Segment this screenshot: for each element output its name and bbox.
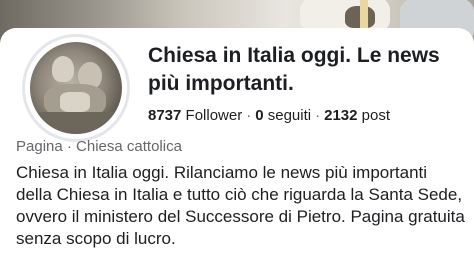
posts-link[interactable]: 2132 post [324,107,390,124]
stats-separator: · [315,107,321,124]
posts-label: post [361,107,391,124]
profile-avatar[interactable] [22,34,130,142]
followers-label: Follower [185,107,243,124]
posts-count: 2132 [324,107,358,124]
stats-separator: · [246,107,252,124]
followers-link[interactable]: 8737 Follower [148,107,242,124]
page-description: Chiesa in Italia oggi. Rilanciamo le new… [16,163,465,248]
avatar-statue-detail [60,92,90,112]
page-category: Pagina · Chiesa cattolica [16,138,182,155]
page-stats: 8737 Follower · 0 seguiti · 2132 post [148,107,390,124]
followers-count: 8737 [148,107,182,124]
following-count: 0 [255,107,264,124]
cover-figure [360,0,368,30]
avatar-statue-base [38,112,116,134]
following-label: seguiti [267,107,312,124]
profile-card: Chiesa in Italia oggi. Le news più impor… [0,28,474,277]
page-title: Chiesa in Italia oggi. Le news più impor… [148,44,440,95]
avatar-image [30,42,122,134]
avatar-statue-detail [52,56,74,82]
following-link[interactable]: 0 seguiti [255,107,311,124]
